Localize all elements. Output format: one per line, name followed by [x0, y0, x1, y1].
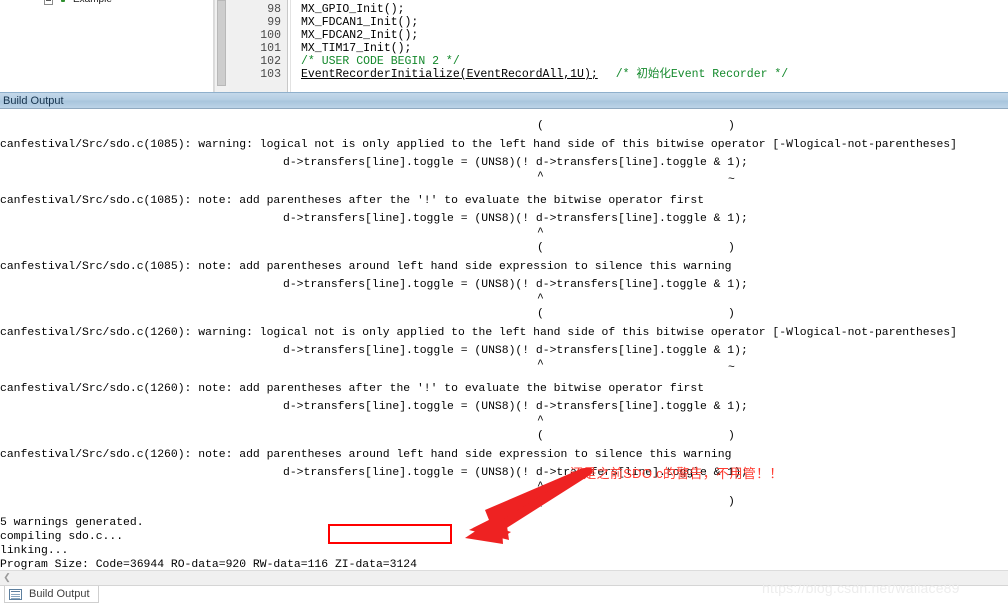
build-output-line: ( [537, 308, 544, 320]
build-output-line: ) [728, 430, 735, 442]
build-output-line: ^ [537, 359, 544, 371]
build-output-line: ^ [537, 293, 544, 305]
build-output-title: Build Output [3, 95, 64, 107]
code-line: 102 /* USER CODE BEGIN 2 */ [229, 55, 1008, 68]
project-tree-item[interactable]: Example [44, 0, 112, 6]
tree-expander-icon[interactable] [44, 0, 53, 5]
build-output-line: canfestival/Src/sdo.c(1085): note: add p… [0, 195, 705, 207]
code-line-text: MX_FDCAN1_Init(); [301, 16, 419, 29]
build-output-line: d->transfers[line].toggle = (UNS8)(! d->… [283, 345, 748, 357]
code-line-number: 98 [267, 3, 281, 16]
build-output-line: ( [537, 496, 544, 508]
build-output-line: canfestival/Src/sdo.c(1085): warning: lo… [0, 139, 957, 151]
project-tree-pane[interactable]: Example [0, 0, 214, 92]
build-output-log-area[interactable]: () canfestival/Src/sdo.c(1085): warning: … [0, 110, 1008, 570]
project-tree-vertical-scrollbar[interactable] [214, 0, 230, 92]
code-line-text: MX_GPIO_Init(); [301, 3, 405, 16]
build-output-log-content: () canfestival/Src/sdo.c(1085): warning: … [0, 110, 1008, 570]
build-output-line: canfestival/Src/sdo.c(1260): note: add p… [0, 449, 732, 461]
build-output-line: Program Size: Code=36944 RO-data=920 RW-… [0, 559, 417, 570]
build-output-line: ( [537, 242, 544, 254]
code-line-number: 101 [260, 42, 281, 55]
build-output-line: compiling sdo.c... [0, 531, 124, 543]
build-output-line: ) [728, 308, 735, 320]
key-icon [58, 0, 68, 5]
tab-build-output-label: Build Output [29, 587, 90, 600]
build-output-line: d->transfers[line].toggle = (UNS8)(! d->… [283, 401, 748, 413]
build-output-line: ) [728, 242, 735, 254]
build-output-line: ) [728, 496, 735, 508]
build-output-line: d->transfers[line].toggle = (UNS8)(! d->… [283, 279, 748, 291]
scroll-left-arrow-icon[interactable]: ❮ [0, 571, 14, 584]
scrollbar-thumb[interactable] [217, 0, 226, 86]
build-output-line: ( [537, 430, 544, 442]
build-output-titlebar: Build Output [0, 92, 1008, 109]
code-editor[interactable]: 98 MX_GPIO_Init(); 99 MX_FDCAN1_Init(); 100 M… [229, 0, 1008, 92]
build-output-line: canfestival/Src/sdo.c(1085): note: add p… [0, 261, 732, 273]
tab-build-output[interactable]: Build Output [4, 586, 99, 603]
build-output-line: d->transfers[line].toggle = (UNS8)(! d->… [283, 467, 748, 479]
code-line-number: 103 [260, 68, 281, 81]
build-output-line: d->transfers[line].toggle = (UNS8)(! d->… [283, 213, 748, 225]
build-output-line: d->transfers[line].toggle = (UNS8)(! d->… [283, 157, 748, 169]
build-output-line: ^ [537, 481, 544, 493]
code-line-text: EventRecorderInitialize(EventRecordAll,1… [301, 68, 598, 81]
code-line: 101 MX_TIM17_Init(); [229, 42, 1008, 55]
code-line: 100 MX_FDCAN2_Init(); [229, 29, 1008, 42]
code-line-number: 100 [260, 29, 281, 42]
build-output-line: linking... [0, 545, 69, 557]
build-output-line: canfestival/Src/sdo.c(1260): note: add p… [0, 383, 705, 395]
build-output-line: canfestival/Src/sdo.c(1260): warning: lo… [0, 327, 957, 339]
build-output-line: ) [728, 120, 735, 132]
code-line-number: 102 [260, 55, 281, 68]
code-line: 103 EventRecorderInitialize(EventRecordAl… [229, 68, 1008, 81]
watermark-text: https://blog.csdn.net/wallace89 [762, 580, 960, 596]
ide-upper-area: Example 98 MX_GPIO_Init(); 99 MX_FDCAN1_Ini… [0, 0, 1008, 92]
output-window-icon [9, 588, 22, 600]
code-line-text: MX_TIM17_Init(); [301, 42, 412, 55]
code-line-trailing-comment: /* 初始化Event Recorder */ [615, 68, 789, 81]
code-line: 99 MX_FDCAN1_Init(); [229, 16, 1008, 29]
build-output-line: ( [537, 120, 544, 132]
build-output-line: ^ [537, 227, 544, 239]
code-line-text: /* USER CODE BEGIN 2 */ [301, 55, 460, 68]
build-output-panel: Build Output () canfestival/Src/sdo.c(108… [0, 92, 1008, 604]
build-output-line: ~ [728, 362, 735, 374]
project-tree-item-label: Example [73, 0, 112, 5]
build-output-line: 5 warnings generated. [0, 517, 144, 529]
code-line: 98 MX_GPIO_Init(); [229, 3, 1008, 16]
code-line-text: MX_FDCAN2_Init(); [301, 29, 419, 42]
build-output-line: ~ [728, 174, 735, 186]
build-output-line: ^ [537, 171, 544, 183]
build-output-line: ^ [537, 415, 544, 427]
code-line-number: 99 [267, 16, 281, 29]
